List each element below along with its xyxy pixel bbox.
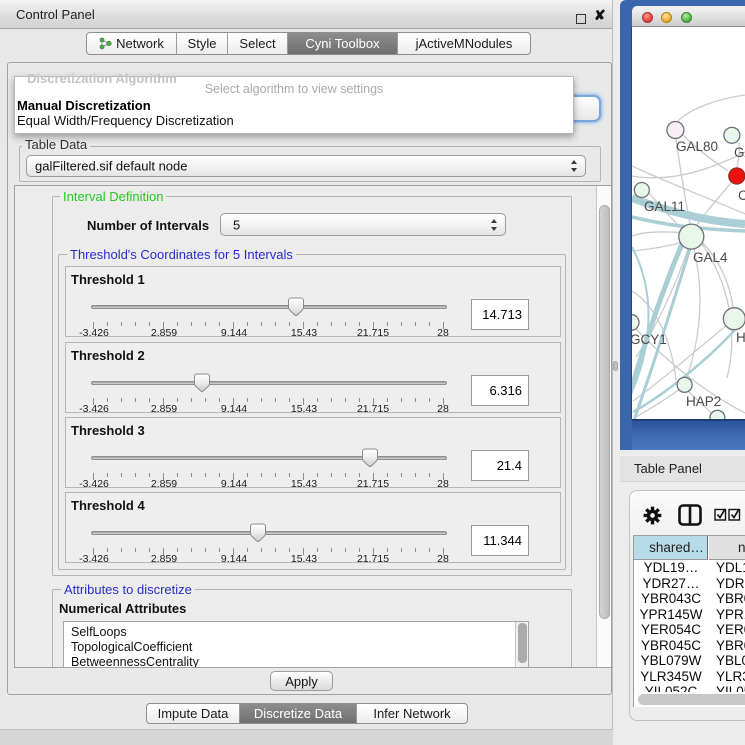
svg-text:GCY1: GCY1 bbox=[632, 332, 667, 347]
svg-text:GAL80: GAL80 bbox=[676, 139, 718, 154]
svg-text:HAP2: HAP2 bbox=[686, 394, 721, 409]
svg-text:C: C bbox=[738, 188, 745, 203]
svg-text:GAL11: GAL11 bbox=[644, 199, 685, 214]
svg-text:GA: GA bbox=[734, 145, 745, 160]
svg-text:H: H bbox=[736, 330, 745, 345]
svg-text:GAL4: GAL4 bbox=[693, 250, 728, 265]
